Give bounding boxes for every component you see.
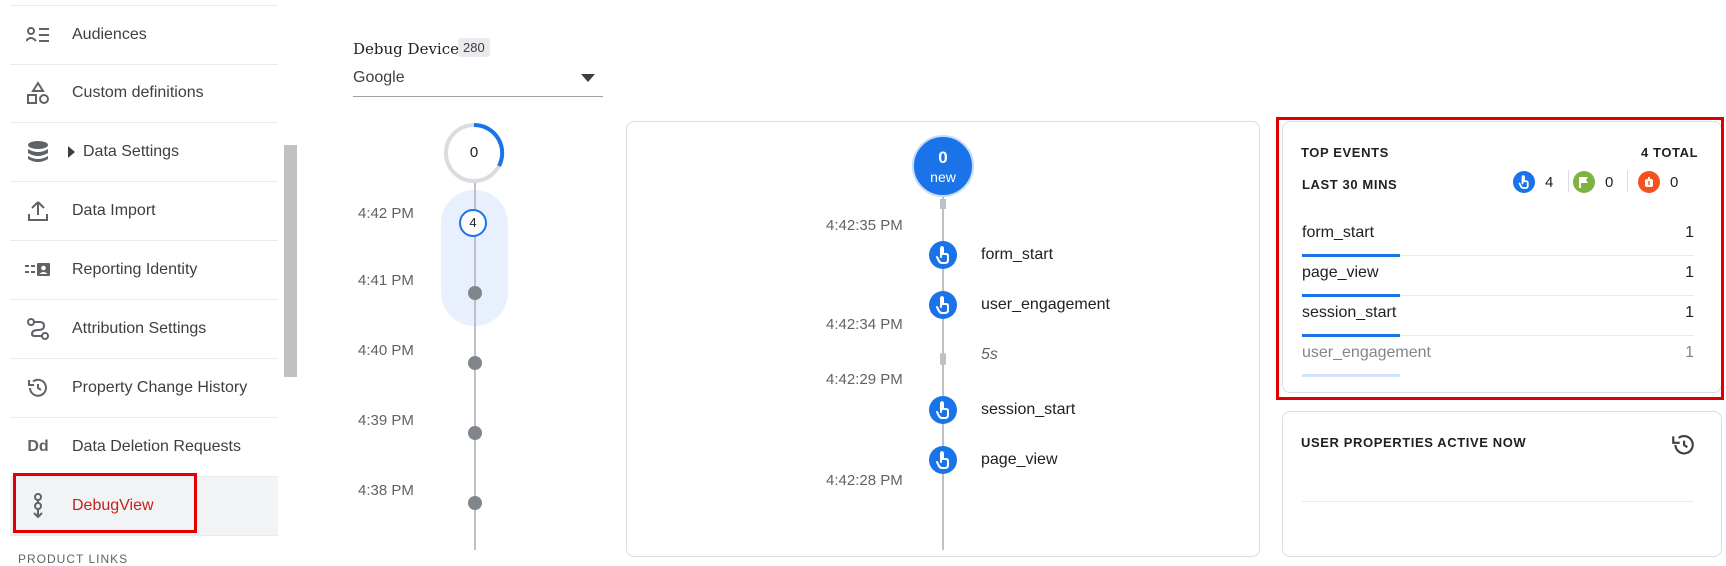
sidebar-item-label: Data Deletion Requests — [72, 438, 241, 455]
sidebar-nav: Audiences Custom definitions Data Settin… — [0, 0, 278, 566]
sidebar-item-data-deletion-requests[interactable]: Dd Data Deletion Requests — [10, 418, 278, 477]
sidebar-item-label: Data Settings — [83, 143, 180, 160]
device-select-value: Google — [353, 69, 405, 86]
section-label: PRODUCT LINKS — [18, 552, 129, 566]
minute-label: 4:42 PM — [358, 205, 414, 222]
event-timestamp: 4:42:34 PM — [826, 316, 903, 333]
timeline-connector — [940, 199, 946, 209]
sidebar-item-label: Reporting Identity — [72, 261, 198, 278]
sidebar-item-label: Audiences — [72, 26, 147, 43]
new-events-label: new — [930, 169, 956, 185]
time-gap-marker — [940, 353, 946, 365]
minute-event-count[interactable]: 4 — [459, 209, 487, 237]
user-properties-card — [1282, 411, 1722, 557]
divider — [1302, 501, 1694, 502]
sidebar-item-label: Attribution Settings — [72, 320, 207, 337]
touch-icon[interactable] — [929, 396, 957, 424]
history-icon[interactable] — [1670, 432, 1696, 458]
touch-icon[interactable] — [929, 446, 957, 474]
minute-dot[interactable] — [468, 496, 482, 510]
sidebar-item-label: Property Change History — [72, 379, 248, 396]
time-gap-label: 5s — [981, 346, 998, 363]
event-name[interactable]: page_view — [981, 451, 1058, 469]
highlight-box — [1276, 117, 1724, 400]
history-icon — [20, 376, 56, 400]
minute-label: 4:40 PM — [358, 342, 414, 359]
device-count-badge: 280 — [458, 38, 490, 57]
minute-dot[interactable] — [468, 426, 482, 440]
new-events-badge[interactable]: 0 new — [912, 135, 974, 197]
audiences-icon — [20, 23, 56, 47]
touch-icon[interactable] — [929, 241, 957, 269]
scrollbar[interactable] — [284, 145, 297, 377]
event-timestamp: 4:42:35 PM — [826, 217, 903, 234]
sidebar-item-data-settings[interactable]: Data Settings — [10, 123, 278, 182]
upload-icon — [20, 199, 56, 223]
minute-dot[interactable] — [468, 286, 482, 300]
sidebar-item-label: Data Import — [72, 202, 156, 219]
shapes-icon — [20, 81, 56, 105]
device-select[interactable]: Google — [353, 66, 603, 97]
event-timestamp: 4:42:28 PM — [826, 472, 903, 489]
event-name[interactable]: user_engagement — [981, 296, 1110, 314]
database-icon — [20, 140, 56, 164]
event-name[interactable]: form_start — [981, 246, 1053, 264]
sidebar-item-audiences[interactable]: Audiences — [10, 6, 278, 65]
minute-label: 4:39 PM — [358, 412, 414, 429]
sidebar-item-data-import[interactable]: Data Import — [10, 182, 278, 241]
minute-dot[interactable] — [468, 356, 482, 370]
event-name[interactable]: session_start — [981, 401, 1075, 419]
sidebar-item-property-change-history[interactable]: Property Change History — [10, 359, 278, 418]
expand-arrow-icon[interactable] — [68, 146, 75, 158]
sidebar-item-attribution-settings[interactable]: Attribution Settings — [10, 300, 278, 359]
sidebar-item-label: Custom definitions — [72, 84, 204, 101]
sidebar-item-reporting-identity[interactable]: Reporting Identity — [10, 241, 278, 300]
minute-label: 4:38 PM — [358, 482, 414, 499]
seconds-ring-count: 0 — [469, 144, 479, 161]
route-icon — [20, 317, 56, 341]
sidebar-item-custom-definitions[interactable]: Custom definitions — [10, 64, 278, 123]
identity-icon — [20, 258, 56, 282]
new-events-count: 0 — [938, 148, 948, 167]
caret-down-icon[interactable] — [581, 74, 595, 82]
debug-device-label: Debug Device — [353, 40, 459, 58]
minute-label: 4:41 PM — [358, 272, 414, 289]
touch-icon[interactable] — [929, 291, 957, 319]
dd-icon: Dd — [27, 438, 49, 455]
highlight-box — [13, 473, 197, 533]
event-timestamp: 4:42:29 PM — [826, 371, 903, 388]
user-properties-title: USER PROPERTIES ACTIVE NOW — [1301, 435, 1527, 450]
